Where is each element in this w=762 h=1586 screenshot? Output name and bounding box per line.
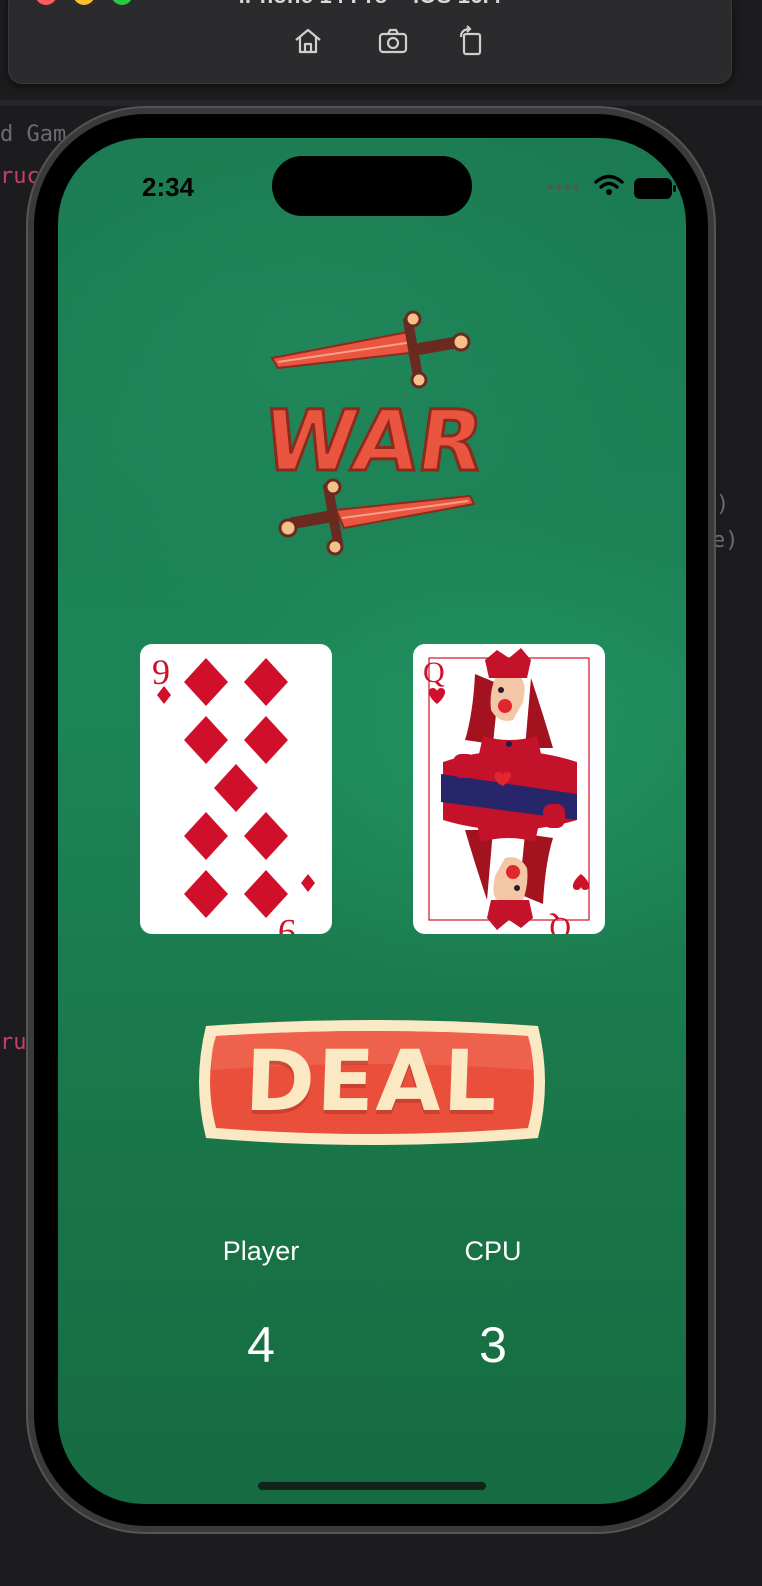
cpu-label: CPU [464,1236,522,1266]
dynamic-island [272,156,472,216]
xcode-background-strip [0,100,762,106]
queen-of-hearts-card: Q Q [423,648,590,934]
deal-button-label: DEAL [243,1032,501,1130]
signal-dots-icon [546,184,580,190]
xcode-code-fragment: ) [716,492,730,517]
heart-icon [428,688,446,704]
player-card: 9 9 [140,644,332,934]
queen-illustration [441,648,577,930]
sword-icon [278,478,476,556]
app-screen: 2:34 WAR 9 9 Q Q DEAL Player CPU 4 3 [58,138,686,1504]
nine-of-diamonds-card: 9 9 [152,652,315,934]
xcode-code-fragment: ruc [0,164,40,189]
simulator-toolbar: iPhone 14 Pro – iOS 16.4 [8,0,732,84]
rotate-icon [459,25,482,56]
war-logo: WAR [258,310,488,556]
card-rank-bottom: 9 [278,912,296,934]
diamond-icon [301,874,315,892]
screenshot-button[interactable] [377,25,409,57]
player-label: Player [222,1236,300,1266]
player-score: 4 [247,1317,275,1373]
rotate-button[interactable] [455,25,487,57]
heart-icon [572,874,590,890]
war-logo-text: WAR [258,392,488,490]
cpu-card: Q Q [413,644,605,934]
card-rank-top: 9 [152,652,170,692]
battery-icon [634,178,676,199]
cpu-score: 3 [479,1317,507,1373]
home-icon [295,28,321,54]
card-rank-bottom: Q [549,911,571,934]
xcode-tab-fragment: d Gam [0,122,67,147]
home-button[interactable] [292,25,324,57]
simulator-title: iPhone 14 Pro – iOS 16.4 [9,0,731,9]
deal-button[interactable]: DEAL [192,1014,552,1150]
wifi-icon [594,174,624,195]
status-time: 2:34 [142,172,195,202]
home-indicator[interactable] [258,1482,486,1490]
xcode-code-fragment: e) [712,528,739,553]
card-pips [184,658,288,918]
card-rank-top: Q [423,656,445,689]
sword-icon [270,310,471,389]
screenshot-icon [378,28,408,54]
